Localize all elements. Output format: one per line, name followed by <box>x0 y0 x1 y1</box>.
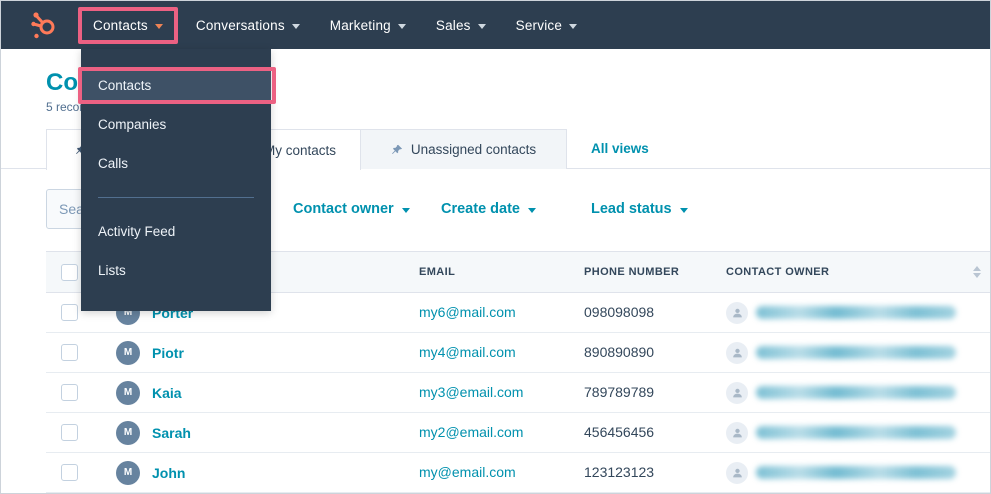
hubspot-contacts-screen: Contacts Conversations Marketing Sales S… <box>0 0 991 494</box>
nav-menu: Contacts Conversations Marketing Sales S… <box>75 6 592 44</box>
nav-item-label: Service <box>515 17 563 33</box>
nav-item-label: Marketing <box>329 17 391 33</box>
column-header-phone[interactable]: PHONE NUMBER <box>571 266 711 278</box>
sort-up-arrow-icon <box>972 266 981 271</box>
chevron-down-icon <box>527 207 536 213</box>
nav-item-label: Contacts <box>93 17 148 33</box>
chevron-down-icon <box>397 23 406 29</box>
owner-name-redacted <box>756 466 956 479</box>
contact-phone: 890890890 <box>584 343 655 360</box>
filter-label: Lead status <box>591 201 672 217</box>
contact-name-link[interactable]: Sarah <box>152 425 191 441</box>
contact-email-link[interactable]: my4@mail.com <box>419 344 516 360</box>
nav-item-label: Conversations <box>195 17 285 33</box>
chevron-down-icon <box>569 23 578 29</box>
avatar: M <box>116 460 140 485</box>
contacts-nav-dropdown: Contacts Companies Calls Activity Feed L… <box>78 49 276 311</box>
contact-phone: 456456456 <box>584 423 655 440</box>
dropdown-item-companies[interactable]: Companies <box>81 110 271 139</box>
owner-avatar <box>726 341 748 364</box>
contact-email-link[interactable]: my@email.com <box>419 464 516 480</box>
filter-contact-owner[interactable]: Contact owner <box>293 189 410 229</box>
column-header-email[interactable]: EMAIL <box>419 266 571 278</box>
owner-avatar <box>726 381 748 404</box>
chevron-down-icon <box>401 207 410 213</box>
filter-create-date[interactable]: Create date <box>441 189 536 229</box>
all-views-link[interactable]: All views <box>591 141 649 156</box>
dropdown-item-calls[interactable]: Calls <box>81 149 271 178</box>
chevron-down-icon <box>477 23 486 29</box>
contact-email-link[interactable]: my6@mail.com <box>419 304 516 320</box>
contact-name-link[interactable]: Piotr <box>152 345 184 361</box>
contact-phone: 098098098 <box>584 303 655 320</box>
row-checkbox[interactable] <box>61 384 78 401</box>
nav-item-marketing[interactable]: Marketing <box>315 18 421 33</box>
chevron-down-icon <box>291 23 300 29</box>
contact-email-link[interactable]: my3@email.com <box>419 384 523 400</box>
row-checkbox[interactable] <box>61 464 78 481</box>
person-icon <box>732 388 742 398</box>
person-icon <box>732 428 742 438</box>
dropdown-item-contacts[interactable]: Contacts <box>81 71 271 100</box>
owner-name-redacted <box>756 386 956 399</box>
person-icon <box>732 348 742 358</box>
filter-lead-status[interactable]: Lead status <box>591 189 688 229</box>
dropdown-item-lists[interactable]: Lists <box>81 256 271 285</box>
select-all-checkbox[interactable] <box>61 263 78 281</box>
contact-name-link[interactable]: Kaia <box>152 385 182 401</box>
tab-label: My contacts <box>264 142 337 158</box>
row-checkbox[interactable] <box>61 344 78 361</box>
table-row: M Piotr my4@mail.com 890890890 <box>46 333 990 373</box>
table-row: M Sarah my2@email.com 456456456 <box>46 413 990 453</box>
person-icon <box>732 308 742 318</box>
column-header-owner[interactable]: CONTACT OWNER <box>711 266 961 278</box>
sort-down-arrow-icon <box>972 273 981 278</box>
row-checkbox[interactable] <box>61 304 78 321</box>
avatar: M <box>116 340 140 365</box>
owner-avatar <box>726 461 748 484</box>
contact-email-link[interactable]: my2@email.com <box>419 424 523 440</box>
nav-item-sales[interactable]: Sales <box>421 18 501 33</box>
owner-avatar <box>726 421 748 444</box>
owner-name-redacted <box>756 346 956 359</box>
dropdown-item-activity-feed[interactable]: Activity Feed <box>81 217 271 246</box>
person-icon <box>732 468 742 478</box>
nav-item-service[interactable]: Service <box>501 18 592 33</box>
chevron-down-icon <box>154 23 163 29</box>
top-navigation-bar: Contacts Conversations Marketing Sales S… <box>1 1 990 49</box>
filter-label: Create date <box>441 201 520 217</box>
hubspot-sprocket-icon[interactable] <box>29 10 59 40</box>
tab-unassigned-contacts[interactable]: Unassigned contacts <box>361 129 567 169</box>
pin-icon <box>391 144 402 154</box>
sort-icon[interactable] <box>961 266 990 278</box>
owner-name-redacted <box>756 426 956 439</box>
contact-phone: 789789789 <box>584 383 655 400</box>
table-row: M John my@email.com 123123123 <box>46 453 990 493</box>
nav-item-contacts[interactable]: Contacts <box>78 6 178 44</box>
table-row: M Kaia my3@email.com 789789789 <box>46 373 990 413</box>
filter-label: Contact owner <box>293 201 394 217</box>
nav-item-label: Sales <box>435 17 471 33</box>
owner-avatar <box>726 301 748 324</box>
nav-item-conversations[interactable]: Conversations <box>181 18 315 33</box>
row-checkbox[interactable] <box>61 424 78 441</box>
tab-label: Unassigned contacts <box>410 142 537 157</box>
avatar: M <box>116 420 140 445</box>
chevron-down-icon <box>679 207 688 213</box>
contact-name-link[interactable]: John <box>152 465 185 481</box>
owner-name-redacted <box>756 306 956 319</box>
avatar: M <box>116 380 140 405</box>
contact-phone: 123123123 <box>584 463 655 480</box>
dropdown-divider <box>98 197 254 198</box>
